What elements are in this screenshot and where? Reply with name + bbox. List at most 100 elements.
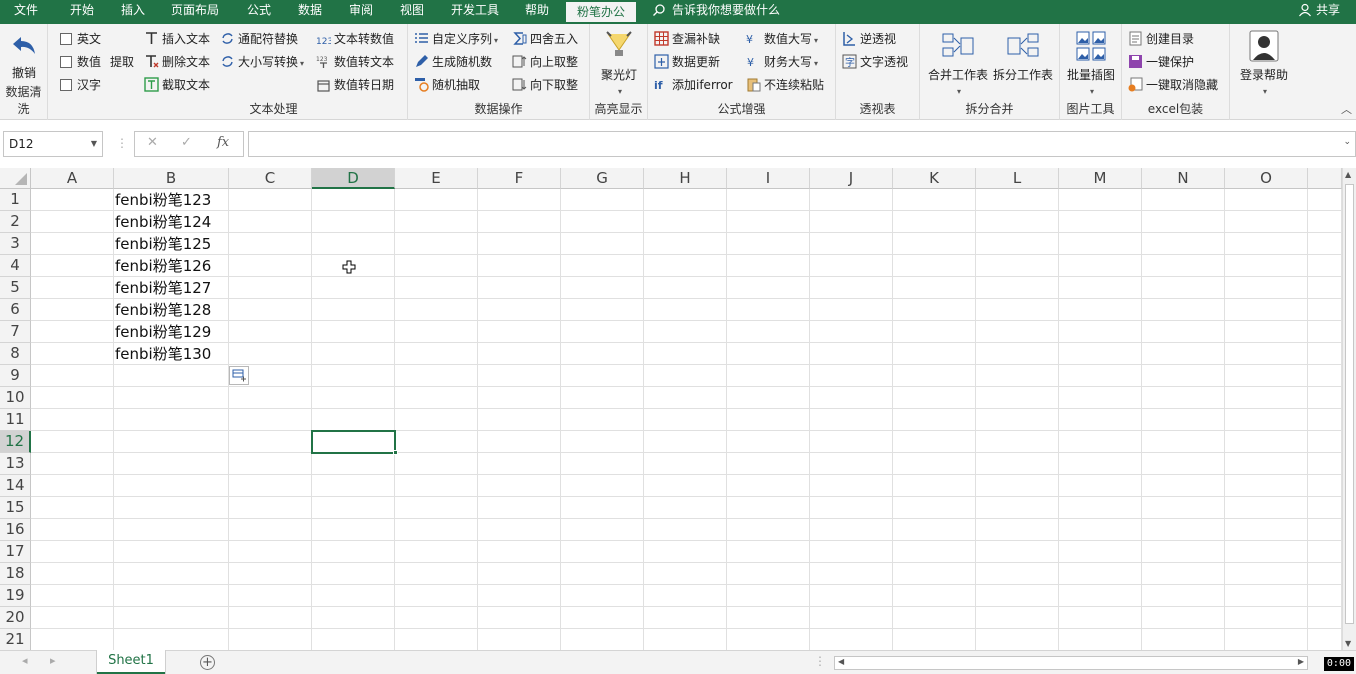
undo-button[interactable]: 撤销 — [6, 34, 42, 81]
paste-options-icon[interactable] — [229, 366, 249, 385]
insert-text-button[interactable]: 插入文本 — [144, 29, 210, 49]
row-header-16[interactable]: 16 — [0, 519, 31, 541]
cell-b1[interactable]: fenbi粉笔123 — [115, 189, 211, 211]
add-iferror-button[interactable]: if 添加iferror — [654, 75, 733, 95]
scroll-left-icon[interactable]: ◀ — [838, 657, 844, 666]
row-header-6[interactable]: 6 — [0, 299, 31, 321]
cell-b8[interactable]: fenbi粉笔130 — [115, 343, 211, 365]
column-header-j[interactable]: J — [810, 168, 893, 189]
round-down-button[interactable]: 向下取整 — [512, 75, 578, 95]
active-cell-d12[interactable] — [311, 430, 396, 454]
wildcard-replace-button[interactable]: 通配符替换 — [220, 29, 298, 49]
one-unhide-button[interactable]: 一键取消隐藏 — [1128, 75, 1218, 95]
scroll-right-icon[interactable]: ▶ — [1298, 657, 1304, 666]
checkbox-english[interactable]: 英文 — [60, 29, 101, 49]
row-header-5[interactable]: 5 — [0, 277, 31, 299]
tab-review[interactable]: 审阅 — [338, 0, 384, 24]
one-protect-button[interactable]: 一键保护 — [1128, 52, 1194, 72]
add-sheet-icon[interactable]: + — [200, 655, 215, 670]
tab-insert[interactable]: 插入 — [110, 0, 156, 24]
round-button[interactable]: 四舍五入 — [512, 29, 578, 49]
delete-text-button[interactable]: 删除文本 — [144, 52, 210, 72]
cell-b2[interactable]: fenbi粉笔124 — [115, 211, 211, 233]
num-upper-button[interactable]: ¥ 数值大写 ▾ — [746, 29, 818, 49]
batch-images-button[interactable]: 批量插图 ▾ — [1063, 30, 1119, 97]
row-header-18[interactable]: 18 — [0, 563, 31, 585]
split-sheets-button[interactable]: 拆分工作表 — [990, 30, 1056, 83]
cancel-icon[interactable]: ✕ — [147, 135, 158, 150]
expand-formula-icon[interactable]: ⌄ — [1343, 137, 1351, 147]
spotlight-button[interactable]: 聚光灯 ▾ — [596, 30, 642, 97]
horizontal-scrollbar[interactable]: ◀ ▶ — [834, 656, 1308, 670]
discontinuous-paste-button[interactable]: 不连续粘贴 — [746, 75, 824, 95]
scroll-thumb[interactable] — [1345, 184, 1354, 624]
tab-help[interactable]: 帮助 — [514, 0, 560, 24]
scroll-up-icon[interactable]: ▲ — [1345, 170, 1351, 179]
share-button[interactable]: 共享 — [1298, 0, 1340, 24]
text-to-number-button[interactable]: 123 文本转数值 — [316, 29, 394, 49]
column-header-a[interactable]: A — [31, 168, 114, 189]
enter-icon[interactable]: ✓ — [181, 135, 192, 150]
row-header-13[interactable]: 13 — [0, 453, 31, 475]
row-header-1[interactable]: 1 — [0, 189, 31, 211]
tab-file[interactable]: 文件 — [0, 0, 52, 24]
column-header-m[interactable]: M — [1059, 168, 1142, 189]
number-to-date-button[interactable]: 数值转日期 — [316, 75, 394, 95]
prev-sheet-icon[interactable]: ◂ — [22, 654, 28, 667]
cell-b5[interactable]: fenbi粉笔127 — [115, 277, 211, 299]
data-update-button[interactable]: 数据更新 — [654, 52, 720, 72]
column-header-g[interactable]: G — [561, 168, 644, 189]
tab-fenbi-office[interactable]: 粉笔办公 — [564, 0, 638, 24]
insert-function-icon[interactable]: fx — [217, 135, 229, 150]
row-header-21[interactable]: 21 — [0, 629, 31, 650]
cell-b7[interactable]: fenbi粉笔129 — [115, 321, 211, 343]
row-header-20[interactable]: 20 — [0, 607, 31, 629]
tab-splitter-icon[interactable]: ⋮ — [814, 654, 826, 668]
create-toc-button[interactable]: 创建目录 — [1128, 29, 1194, 49]
reverse-pivot-button[interactable]: 逆透视 — [842, 29, 896, 49]
row-header-12[interactable]: 12 — [0, 431, 31, 453]
row-header-10[interactable]: 10 — [0, 387, 31, 409]
tab-data[interactable]: 数据 — [287, 0, 333, 24]
column-header-b[interactable]: B — [114, 168, 229, 189]
row-header-8[interactable]: 8 — [0, 343, 31, 365]
row-header-7[interactable]: 7 — [0, 321, 31, 343]
column-header-k[interactable]: K — [893, 168, 976, 189]
tab-page-layout[interactable]: 页面布局 — [162, 0, 228, 24]
column-header-d[interactable]: D — [312, 168, 395, 189]
tab-formulas[interactable]: 公式 — [236, 0, 282, 24]
custom-seq-button[interactable]: 自定义序列 ▾ — [414, 29, 498, 49]
round-up-button[interactable]: 向上取整 — [512, 52, 578, 72]
vertical-scrollbar[interactable]: ▲ ▼ — [1342, 168, 1356, 650]
cell-b4[interactable]: fenbi粉笔126 — [115, 255, 211, 277]
row-header-14[interactable]: 14 — [0, 475, 31, 497]
cell-b3[interactable]: fenbi粉笔125 — [115, 233, 211, 255]
tab-developer[interactable]: 开发工具 — [442, 0, 508, 24]
row-header-9[interactable]: 9 — [0, 365, 31, 387]
tab-home[interactable]: 开始 — [58, 0, 106, 24]
random-pick-button[interactable]: 随机抽取 — [414, 75, 480, 95]
tell-me-box[interactable]: 告诉我你想要做什么 — [652, 0, 780, 24]
fill-handle[interactable] — [393, 450, 398, 455]
formula-input[interactable]: ⌄ — [248, 131, 1356, 157]
cell-b6[interactable]: fenbi粉笔128 — [115, 299, 211, 321]
row-header-15[interactable]: 15 — [0, 497, 31, 519]
column-header-f[interactable]: F — [478, 168, 561, 189]
collapse-ribbon-icon[interactable]: ︿ — [1341, 101, 1352, 117]
case-convert-button[interactable]: 大小写转换 ▾ — [220, 52, 304, 72]
row-header-11[interactable]: 11 — [0, 409, 31, 431]
merge-sheets-button[interactable]: 合并工作表 ▾ — [924, 30, 992, 97]
sheet-tab-sheet1[interactable]: Sheet1 — [97, 650, 165, 674]
cut-text-button[interactable]: 截取文本 — [144, 75, 210, 95]
column-header-e[interactable]: E — [395, 168, 478, 189]
scroll-down-icon[interactable]: ▼ — [1345, 639, 1351, 648]
select-all-corner[interactable] — [0, 168, 31, 189]
column-header-i[interactable]: I — [727, 168, 810, 189]
row-header-3[interactable]: 3 — [0, 233, 31, 255]
row-header-19[interactable]: 19 — [0, 585, 31, 607]
extract-button[interactable]: 提取 — [110, 52, 134, 72]
number-to-text-button[interactable]: 123 数值转文本 — [316, 52, 394, 72]
row-header-2[interactable]: 2 — [0, 211, 31, 233]
finance-upper-button[interactable]: ¥ 财务大写 ▾ — [746, 52, 818, 72]
column-header-o[interactable]: O — [1225, 168, 1308, 189]
